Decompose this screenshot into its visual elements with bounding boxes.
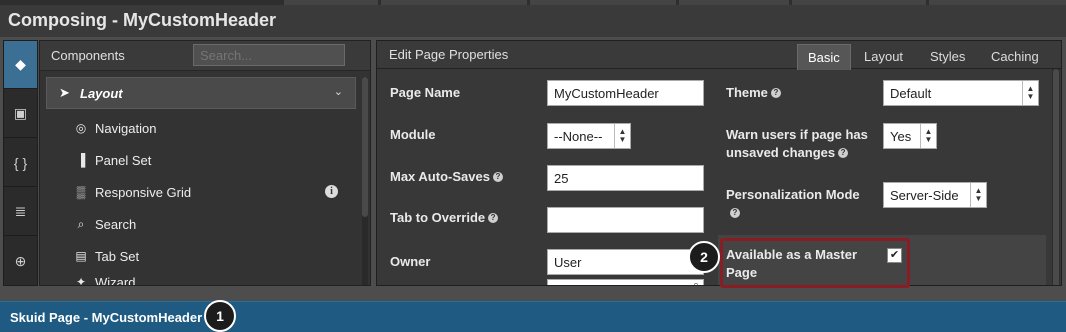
owner-lookup-input[interactable]: ⌕ bbox=[547, 279, 704, 285]
warn-unsaved-select[interactable]: Yes ▲ ▼ bbox=[883, 123, 937, 149]
page-properties-panel: Edit Page Properties Basic Layout Styles… bbox=[376, 40, 1062, 286]
component-item-search[interactable]: ⌕ Search bbox=[46, 209, 356, 241]
page-name-input[interactable]: MyCustomHeader bbox=[547, 80, 704, 106]
tab-layout[interactable]: Layout bbox=[854, 44, 913, 70]
component-item-responsive-grid[interactable]: ▒ Responsive Grid i bbox=[46, 177, 356, 209]
module-select[interactable]: --None-- ▲ ▼ bbox=[547, 123, 631, 149]
components-title: Components bbox=[51, 48, 125, 63]
page-name-label: Page Name bbox=[390, 85, 461, 100]
theme-value: Default bbox=[890, 86, 932, 101]
search-icon[interactable]: ⌕ bbox=[693, 279, 699, 285]
grid-icon: ▒ bbox=[76, 185, 86, 199]
help-icon[interactable]: ? bbox=[730, 208, 740, 218]
component-label: Search bbox=[95, 217, 137, 232]
rocket-icon: ➤ bbox=[59, 85, 70, 100]
component-label: Responsive Grid bbox=[95, 185, 192, 200]
component-item-wizard[interactable]: ✦ Wizard bbox=[46, 273, 356, 285]
cube-icon[interactable]: ◆ bbox=[4, 41, 37, 89]
tab-styles[interactable]: Styles bbox=[920, 44, 975, 70]
left-rail: ◆ ▣ { } ≣ ⊕ bbox=[3, 40, 38, 286]
box-icon[interactable]: ▣ bbox=[4, 90, 37, 138]
wand-icon: ✦ bbox=[75, 275, 87, 285]
layout-category-label: Layout bbox=[80, 86, 123, 101]
braces-icon[interactable]: { } bbox=[4, 139, 37, 187]
components-header: Components bbox=[40, 41, 370, 71]
panel-set-icon: ▐ bbox=[76, 153, 86, 167]
max-auto-saves-input[interactable]: 25 bbox=[547, 165, 704, 191]
help-icon[interactable]: ? bbox=[838, 148, 849, 158]
help-icon[interactable]: ? bbox=[488, 213, 499, 223]
personalization-mode-label: Personalization Mode? bbox=[726, 187, 860, 218]
component-item-panel-set[interactable]: ▐ Panel Set bbox=[46, 145, 356, 177]
compass-icon: ◎ bbox=[75, 121, 87, 135]
module-label: Module bbox=[390, 127, 436, 142]
help-icon[interactable]: ? bbox=[492, 172, 503, 182]
component-search-input[interactable] bbox=[193, 44, 345, 66]
layout-category[interactable]: ➤ Layout ⌄ bbox=[46, 77, 356, 109]
components-panel: Components ➤ Layout ⌄ ◎ Navigation ▐ Pan… bbox=[39, 40, 371, 286]
module-value: --None-- bbox=[554, 129, 603, 144]
component-item-navigation[interactable]: ◎ Navigation bbox=[46, 113, 356, 145]
components-scrollbar[interactable] bbox=[362, 77, 368, 285]
title-bar: Composing - MyCustomHeader bbox=[0, 5, 1066, 37]
component-item-tab-set[interactable]: ▤ Tab Set bbox=[46, 241, 356, 273]
component-label: Wizard bbox=[95, 275, 136, 285]
callout-badge-1: 1 bbox=[204, 300, 236, 332]
max-auto-saves-label: Max Auto-Saves? bbox=[390, 168, 503, 186]
warn-unsaved-label: Warn users if page has unsaved changes? bbox=[726, 127, 868, 160]
component-label: Navigation bbox=[95, 121, 157, 136]
callout-badge-2: 2 bbox=[688, 241, 720, 273]
css3-icon[interactable]: ≣ bbox=[4, 188, 37, 236]
owner-label: Owner bbox=[390, 254, 431, 269]
tab-basic[interactable]: Basic bbox=[797, 44, 851, 70]
personalization-mode-select[interactable]: Server-Side ▲ ▼ bbox=[883, 182, 987, 208]
properties-scrollbar[interactable] bbox=[1052, 69, 1060, 285]
search-icon: ⌕ bbox=[77, 217, 85, 231]
component-label: Tab Set bbox=[95, 249, 140, 264]
warn-unsaved-value: Yes bbox=[890, 129, 912, 144]
skuid-page-bar[interactable]: Skuid Page - MyCustomHeader bbox=[0, 301, 1066, 332]
select-arrows-icon: ▲ ▼ bbox=[920, 124, 936, 148]
personalization-mode-value: Server-Side bbox=[890, 188, 959, 203]
page-properties-title: Edit Page Properties bbox=[389, 47, 509, 62]
globe-icon[interactable]: ⊕ bbox=[4, 237, 37, 285]
tab-to-override-label: Tab to Override? bbox=[390, 209, 499, 227]
select-arrows-icon: ▲ ▼ bbox=[1022, 81, 1038, 105]
tab-to-override-input[interactable] bbox=[547, 207, 704, 233]
theme-select[interactable]: Default ▲ ▼ bbox=[883, 80, 1039, 106]
help-icon[interactable]: ? bbox=[770, 88, 781, 98]
theme-label: Theme? bbox=[726, 84, 781, 102]
page-title: Composing - MyCustomHeader bbox=[8, 10, 277, 30]
select-arrows-icon: ▲ ▼ bbox=[970, 183, 986, 207]
owner-input[interactable]: User bbox=[547, 249, 704, 275]
component-label: Panel Set bbox=[95, 153, 152, 168]
info-icon[interactable]: i bbox=[325, 185, 338, 198]
component-list: ➤ Layout ⌄ ◎ Navigation ▐ Panel Set ▒ Re… bbox=[46, 77, 360, 285]
tab-set-icon: ▤ bbox=[75, 249, 87, 263]
tab-caching[interactable]: Caching bbox=[981, 44, 1049, 70]
select-arrows-icon: ▲ ▼ bbox=[614, 124, 630, 148]
highlight-box bbox=[720, 238, 910, 288]
skuid-page-label: Skuid Page - MyCustomHeader bbox=[10, 310, 203, 325]
chevron-down-icon[interactable]: ⌄ bbox=[334, 85, 343, 98]
page-properties-header: Edit Page Properties Basic Layout Styles… bbox=[377, 41, 1061, 70]
